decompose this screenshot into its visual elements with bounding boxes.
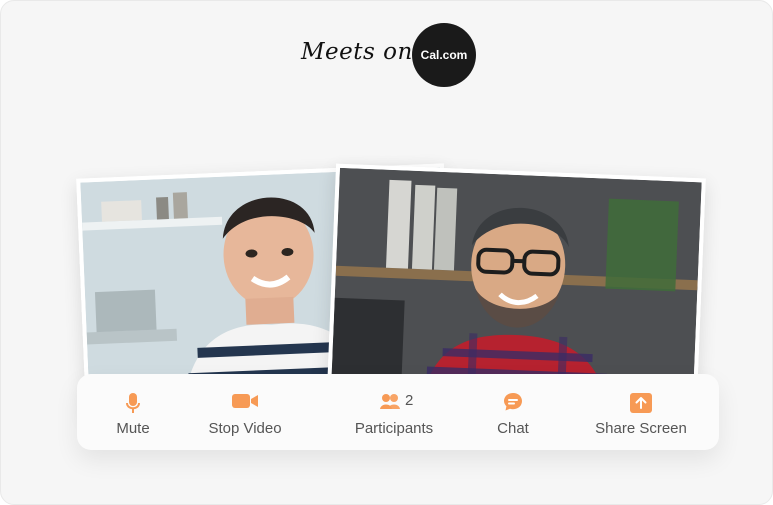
meeting-card: Meets on Cal.com Mute Stop Video 2 Parti… (0, 0, 773, 505)
participants-label: Participants (354, 420, 434, 437)
chat-button[interactable]: Chat (481, 374, 545, 450)
participants-button[interactable]: 2 Participants (339, 374, 449, 450)
video-camera-icon (231, 392, 259, 414)
mute-label: Mute (116, 420, 150, 437)
people-icon (379, 392, 401, 414)
chat-label: Chat (497, 420, 529, 437)
share-screen-button[interactable]: Share Screen (577, 374, 705, 450)
call-controls-toolbar: Mute Stop Video 2 Participants Chat Shar… (77, 374, 719, 450)
stop-video-label: Stop Video (208, 420, 282, 437)
meets-on-text: Meets on (301, 39, 413, 65)
chat-bubble-icon (503, 392, 523, 416)
microphone-icon (125, 392, 141, 418)
stop-video-button[interactable]: Stop Video (195, 374, 295, 450)
share-screen-label: Share Screen (595, 420, 687, 437)
mute-button[interactable]: Mute (87, 374, 179, 450)
cal-com-logo: Cal.com (412, 23, 476, 87)
upload-arrow-icon (629, 392, 653, 418)
participants-count: 2 (405, 392, 414, 409)
